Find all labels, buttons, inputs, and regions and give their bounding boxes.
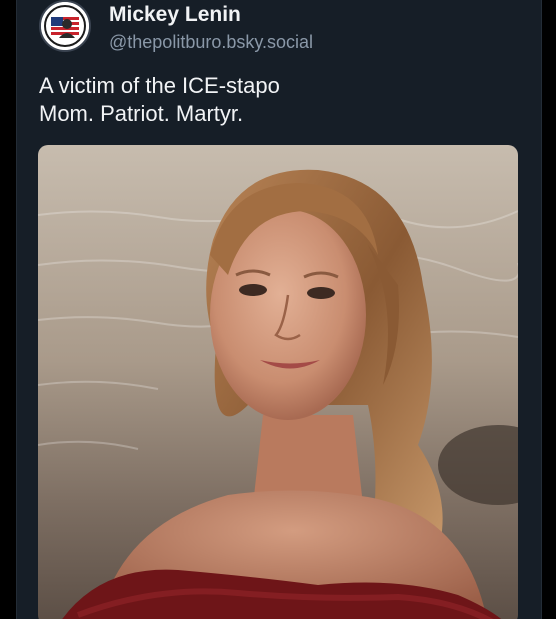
post-card: Mickey Lenin @thepolitburo.bsky.social A…	[16, 0, 542, 619]
post-text-line: A victim of the ICE-stapo	[39, 73, 280, 98]
politburo-badge-icon	[41, 2, 89, 50]
author-handle[interactable]: @thepolitburo.bsky.social	[109, 32, 313, 53]
portrait-photo	[38, 145, 518, 619]
post-image[interactable]	[38, 145, 518, 619]
post-text-line: Mom. Patriot. Martyr.	[39, 101, 244, 126]
post-text: A victim of the ICE-stapo Mom. Patriot. …	[39, 72, 280, 128]
avatar[interactable]	[39, 0, 91, 52]
author-display-name[interactable]: Mickey Lenin	[109, 3, 241, 27]
